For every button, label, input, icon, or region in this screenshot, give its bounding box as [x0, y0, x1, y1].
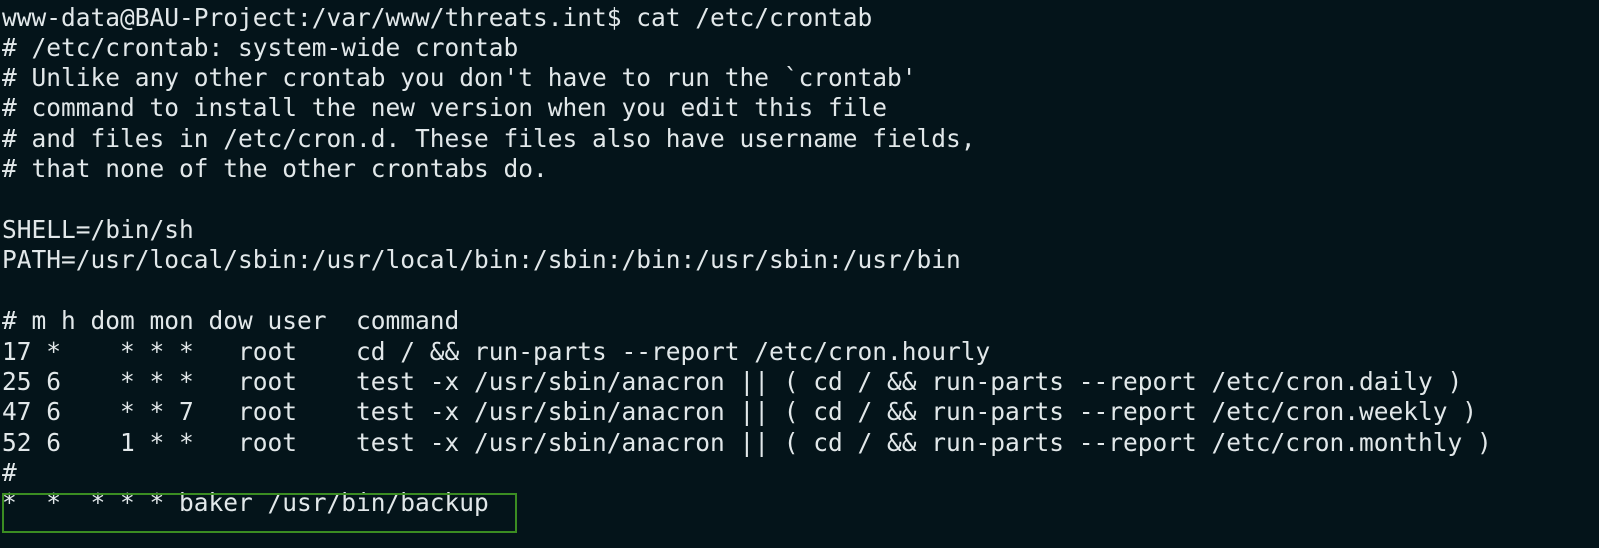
path-setting: PATH=/usr/local/sbin:/usr/local/bin:/sbi…: [2, 245, 961, 274]
crontab-comment-4: # and files in /etc/cron.d. These files …: [2, 124, 976, 153]
terminal-window[interactable]: www-data@BAU-Project:/var/www/threats.in…: [0, 0, 1599, 548]
crontab-comment-2: # Unlike any other crontab you don't hav…: [2, 63, 917, 92]
highlight-box: [2, 493, 517, 533]
cron-entry-monthly: 52 6 1 * * root test -x /usr/sbin/anacro…: [2, 428, 1492, 457]
cron-entry-daily: 25 6 * * * root test -x /usr/sbin/anacro…: [2, 367, 1463, 396]
crontab-comment-6: #: [2, 458, 17, 487]
shell-setting: SHELL=/bin/sh: [2, 215, 194, 244]
crontab-comment-1: # /etc/crontab: system-wide crontab: [2, 33, 519, 62]
crontab-comment-5: # that none of the other crontabs do.: [2, 154, 548, 183]
crontab-header: # m h dom mon dow user command: [2, 306, 460, 335]
crontab-comment-3: # command to install the new version whe…: [2, 93, 888, 122]
cron-entry-hourly: 17 * * * * root cd / && run-parts --repo…: [2, 337, 991, 366]
prompt-line: www-data@BAU-Project:/var/www/threats.in…: [2, 3, 873, 32]
cron-entry-weekly: 47 6 * * 7 root test -x /usr/sbin/anacro…: [2, 397, 1478, 426]
